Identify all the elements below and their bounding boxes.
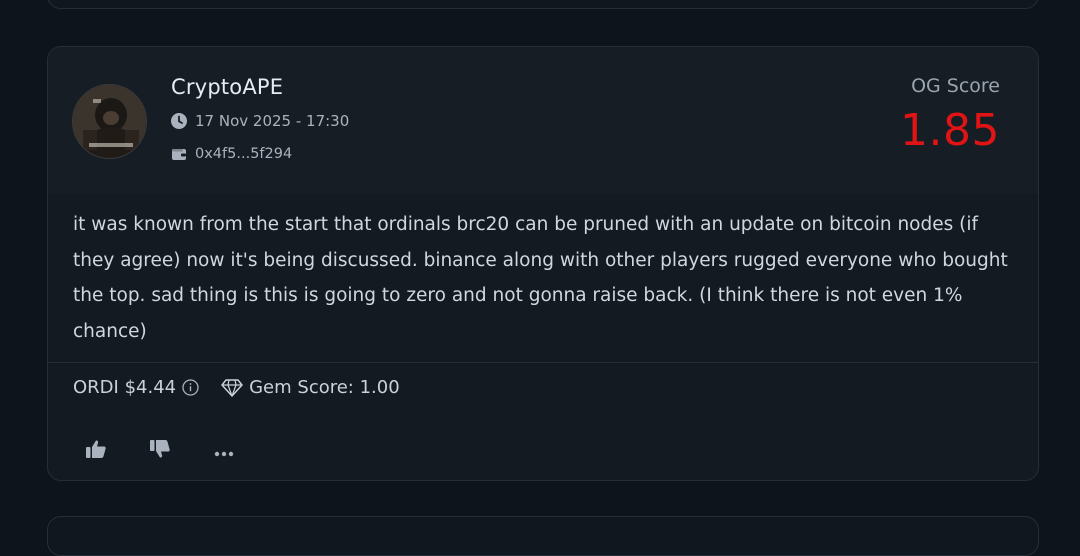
post-card: CryptoAPE 17 Nov 2025 - 17:30 0x4f5...5f…: [47, 46, 1039, 481]
dislike-button[interactable]: [147, 439, 173, 463]
avatar[interactable]: [72, 84, 147, 159]
more-icon: [214, 442, 234, 461]
post-actions: [83, 439, 275, 463]
gem-score: Gem Score: 1.00: [221, 377, 400, 398]
post-body: it was known from the start that ordinal…: [73, 214, 1008, 342]
wallet-address-text[interactable]: 0x4f5...5f294: [195, 146, 292, 162]
thumbs-down-icon: [149, 439, 171, 463]
divider: [48, 362, 1038, 363]
wallet-icon: [171, 146, 187, 162]
og-score-label: OG Score: [911, 75, 1000, 97]
info-icon[interactable]: [182, 379, 199, 396]
gem-score-text: Gem Score: 1.00: [249, 377, 400, 398]
token-price[interactable]: ORDI $4.44: [73, 377, 176, 398]
like-button[interactable]: [83, 439, 109, 463]
username[interactable]: CryptoAPE: [171, 75, 283, 99]
previous-post-card: [47, 0, 1039, 9]
clock-icon: [171, 113, 187, 129]
post-header: CryptoAPE 17 Nov 2025 - 17:30 0x4f5...5f…: [48, 47, 1038, 194]
post-date-text: 17 Nov 2025 - 17:30: [195, 112, 350, 130]
post-date: 17 Nov 2025 - 17:30: [171, 112, 349, 130]
next-post-card: [47, 516, 1039, 556]
og-score-value: 1.85: [900, 105, 1000, 156]
diamond-icon: [221, 378, 243, 398]
post-stats: ORDI $4.44 Gem Score: 1.00: [73, 377, 400, 398]
wallet-address: 0x4f5...5f294: [171, 146, 292, 162]
thumbs-up-icon: [85, 439, 107, 463]
more-button[interactable]: [211, 439, 237, 463]
